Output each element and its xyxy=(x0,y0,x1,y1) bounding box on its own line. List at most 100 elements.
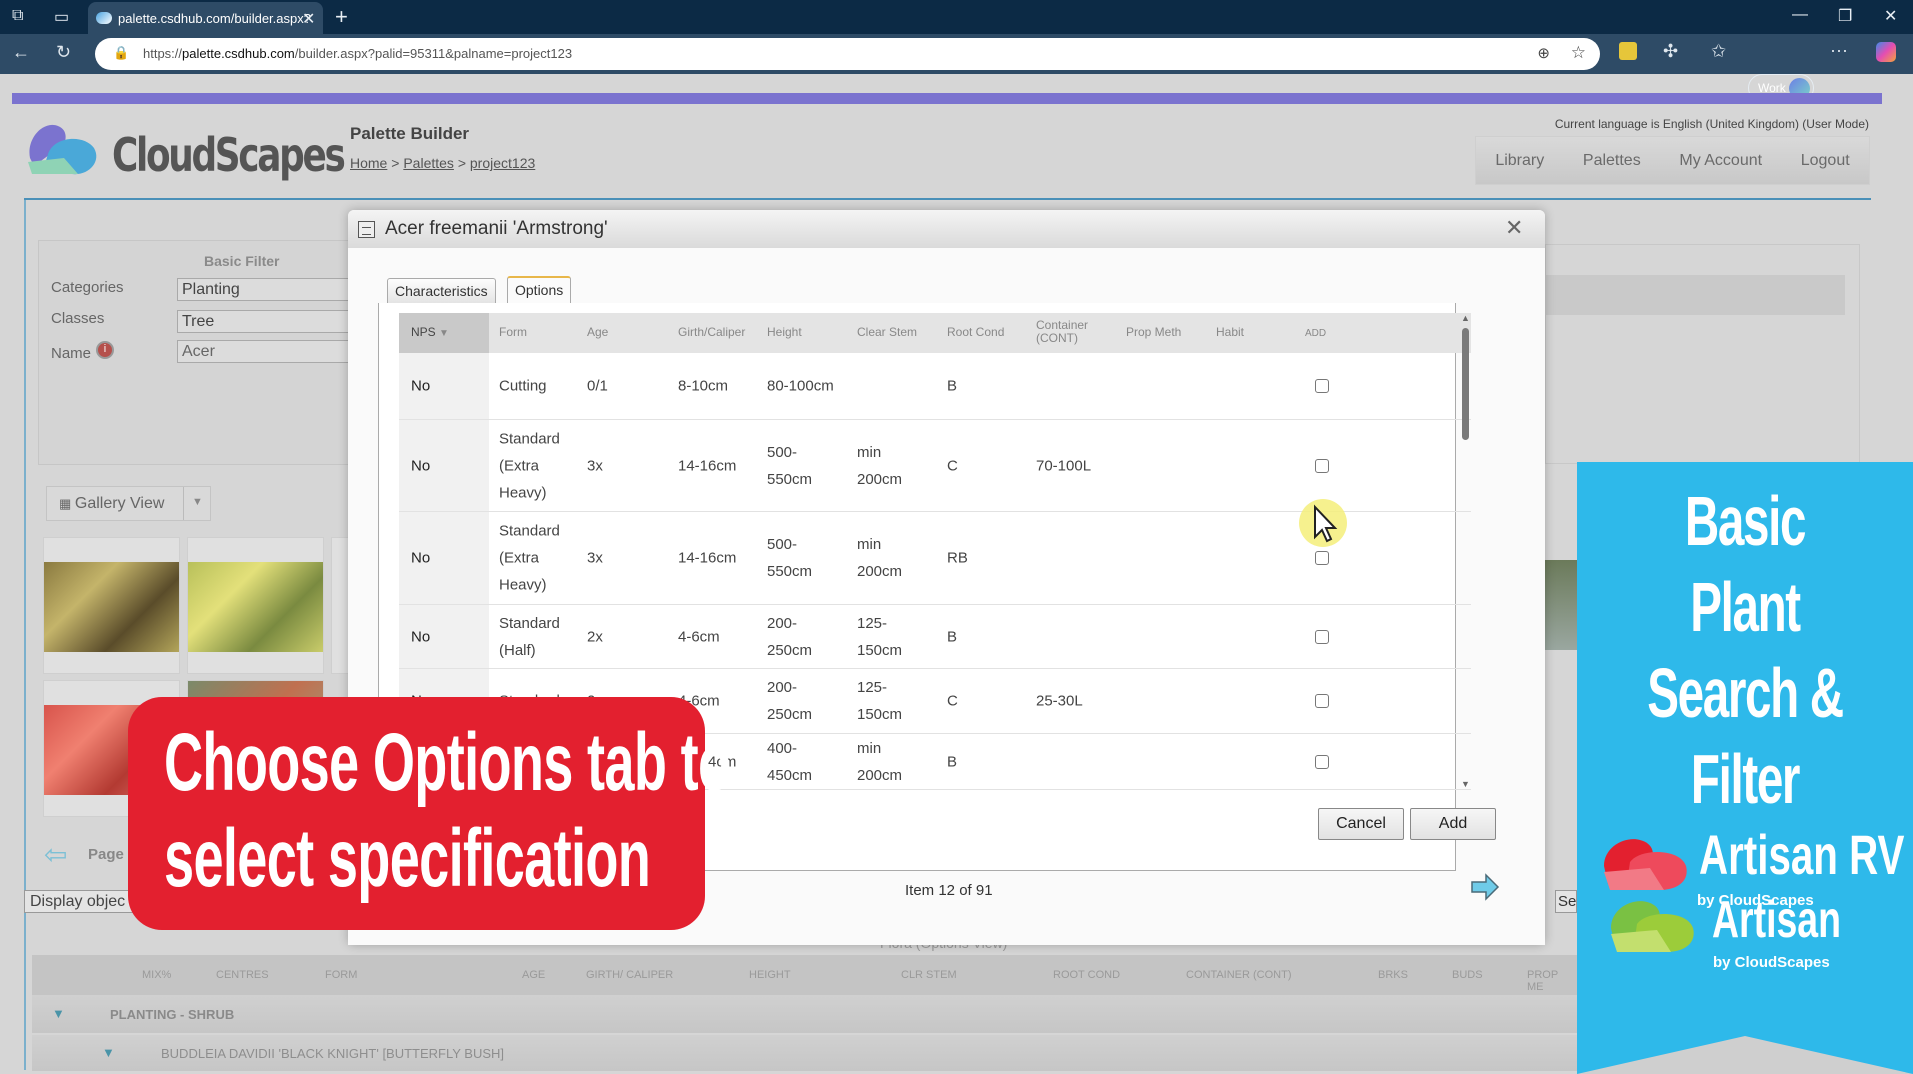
name-input[interactable]: Acer xyxy=(177,340,377,363)
nav-logout[interactable]: Logout xyxy=(1801,152,1850,170)
height-cell: 200-250cm xyxy=(767,614,813,659)
height-cell: 200-250cm xyxy=(767,679,813,723)
categories-select[interactable]: Planting xyxy=(177,278,377,301)
mouse-cursor-icon xyxy=(1299,499,1347,547)
copilot-icon[interactable] xyxy=(1876,42,1896,62)
add-button[interactable]: Add xyxy=(1410,808,1496,840)
column-header[interactable]: FORM xyxy=(325,969,357,981)
column-header-nps[interactable]: NPS ▼ xyxy=(399,313,489,353)
previous-page-arrow-icon[interactable]: ⇦ xyxy=(44,838,67,871)
column-header[interactable]: HEIGHT xyxy=(749,969,791,981)
column-header-add[interactable]: ADD xyxy=(1305,327,1326,340)
add-checkbox[interactable] xyxy=(1315,754,1329,769)
column-header-form[interactable]: Form xyxy=(499,326,527,339)
extension-icon[interactable] xyxy=(1619,42,1637,60)
next-item-arrow-icon[interactable] xyxy=(1470,872,1500,902)
zoom-icon[interactable]: ⊕ xyxy=(1537,44,1550,62)
column-header[interactable]: MIX% xyxy=(142,969,171,981)
column-header-girth[interactable]: Girth/Caliper xyxy=(678,326,745,339)
workspaces-icon[interactable]: ⧉ xyxy=(12,7,23,25)
breadcrumb-project[interactable]: project123 xyxy=(470,155,535,171)
refresh-icon[interactable]: ↻ xyxy=(56,42,71,63)
search-button[interactable]: Se xyxy=(1555,890,1577,913)
add-checkbox[interactable] xyxy=(1315,379,1329,393)
add-checkbox[interactable] xyxy=(1315,694,1329,708)
tutorial-caption: Choose Options tab to select specificati… xyxy=(128,697,731,930)
gallery-thumb[interactable] xyxy=(43,537,180,674)
favorites-icon[interactable]: ✩ xyxy=(1711,41,1726,62)
column-header-clear-stem[interactable]: Clear Stem xyxy=(857,326,917,339)
column-header-container[interactable]: Container (CONT) xyxy=(1036,319,1106,345)
favorite-star-icon[interactable]: ☆ xyxy=(1571,43,1586,63)
dialog-title-bar[interactable]: Acer freemanii 'Armstrong' ✕ xyxy=(348,210,1545,248)
column-header[interactable]: GIRTH/ CALIPER xyxy=(586,969,673,981)
root-cond-cell: C xyxy=(947,457,958,474)
column-header[interactable]: ROOT COND xyxy=(1053,969,1120,981)
root-cond-cell: RB xyxy=(947,549,968,567)
group-label: PLANTING - SHRUB xyxy=(110,1007,235,1022)
browser-tab[interactable]: palette.csdhub.com/builder.aspx? ✕ xyxy=(88,2,323,34)
expand-triangle-icon[interactable]: ▼ xyxy=(52,1006,65,1021)
root-cond-cell: B xyxy=(947,753,958,770)
column-header-height[interactable]: Height xyxy=(767,326,802,339)
close-tab-icon[interactable]: ✕ xyxy=(302,9,315,29)
column-header-habit[interactable]: Habit xyxy=(1216,326,1244,339)
new-tab-icon[interactable]: + xyxy=(335,4,348,30)
gallery-view-button[interactable]: ▦ Gallery View ▼ xyxy=(46,486,211,521)
column-header[interactable]: CONTAINER (CONT) xyxy=(1186,969,1292,981)
breadcrumb-palettes[interactable]: Palettes xyxy=(403,155,454,171)
nav-my-account[interactable]: My Account xyxy=(1679,152,1762,170)
scroll-up-icon[interactable]: ▲ xyxy=(1461,313,1470,323)
column-header[interactable]: PROP ME xyxy=(1527,969,1577,993)
table-scrollbar[interactable]: ▲ ▼ xyxy=(1459,313,1473,790)
more-menu-icon[interactable]: ··· xyxy=(1830,40,1848,61)
classes-select[interactable]: Tree xyxy=(177,310,377,333)
table-row[interactable]: No Standard (Half) 2x 4-6cm 200-250cm 125-150… xyxy=(399,605,1471,669)
column-header[interactable]: BRKS xyxy=(1378,969,1408,981)
top-nav: Library Palettes My Account Logout xyxy=(1475,136,1870,185)
chevron-down-icon[interactable]: ▼ xyxy=(183,487,211,520)
back-icon[interactable]: ← xyxy=(12,42,30,63)
column-header-root-cond[interactable]: Root Cond xyxy=(947,326,1004,339)
add-checkbox[interactable] xyxy=(1315,629,1329,644)
age-cell: 3x xyxy=(587,549,603,567)
close-window-icon[interactable]: ✕ xyxy=(1884,6,1897,26)
breadcrumb-home[interactable]: Home xyxy=(350,155,387,171)
info-icon[interactable]: i xyxy=(96,341,114,359)
column-header[interactable]: CLR STEM xyxy=(901,969,957,981)
minimize-icon[interactable]: — xyxy=(1792,6,1808,24)
height-cell: 80-100cm xyxy=(767,377,834,395)
banner-title: Basic Plant Search & Filter xyxy=(1647,482,1844,818)
column-header[interactable]: BUDS xyxy=(1452,969,1483,981)
column-header-prop-meth[interactable]: Prop Meth xyxy=(1126,326,1181,339)
tab-options[interactable]: Options xyxy=(507,276,572,303)
basic-filter-panel: Basic Filter Categories Planting Classes… xyxy=(38,240,377,465)
column-header[interactable]: AGE xyxy=(522,969,545,981)
breadcrumb: Home > Palettes > project123 xyxy=(350,155,535,171)
add-checkbox[interactable] xyxy=(1315,458,1329,473)
tab-actions-icon[interactable]: ▭ xyxy=(54,7,69,27)
tutorial-banner: Basic Plant Search & Filter Artisan RV b… xyxy=(1577,462,1913,1074)
address-bar[interactable]: 🔒 https://palette.csdhub.com/builder.asp… xyxy=(95,38,1600,70)
gallery-view-label: Gallery View xyxy=(74,495,165,512)
column-header[interactable]: CENTRES xyxy=(216,969,269,981)
cancel-button[interactable]: Cancel xyxy=(1318,808,1404,840)
table-row[interactable]: No Cutting 0/1 8-10cm 80-100cm B xyxy=(399,353,1471,420)
tab-characteristics[interactable]: Characteristics xyxy=(387,278,496,303)
extensions-puzzle-icon[interactable]: ✣ xyxy=(1663,41,1678,62)
lock-icon[interactable]: 🔒 xyxy=(113,45,129,61)
close-icon[interactable]: ✕ xyxy=(1505,215,1523,241)
nav-library[interactable]: Library xyxy=(1495,152,1544,170)
gallery-thumb[interactable] xyxy=(187,537,324,674)
group-row[interactable]: ▼ PLANTING - SHRUB xyxy=(32,995,1577,1033)
nps-cell: No xyxy=(411,549,431,567)
expand-triangle-icon[interactable]: ▼ xyxy=(102,1045,115,1060)
item-row[interactable]: ▼ BUDDLEIA DAVIDII 'BLACK KNIGHT' [BUTTE… xyxy=(32,1035,1577,1071)
tab-title: palette.csdhub.com/builder.aspx? xyxy=(118,11,311,26)
display-objects-select[interactable]: Display objec xyxy=(24,890,144,913)
column-header-age[interactable]: Age xyxy=(587,326,608,339)
scroll-down-icon[interactable]: ▼ xyxy=(1461,779,1470,789)
nav-palettes[interactable]: Palettes xyxy=(1583,152,1641,170)
restore-icon[interactable]: ❐ xyxy=(1838,6,1852,26)
scrollbar-thumb[interactable] xyxy=(1462,328,1469,440)
